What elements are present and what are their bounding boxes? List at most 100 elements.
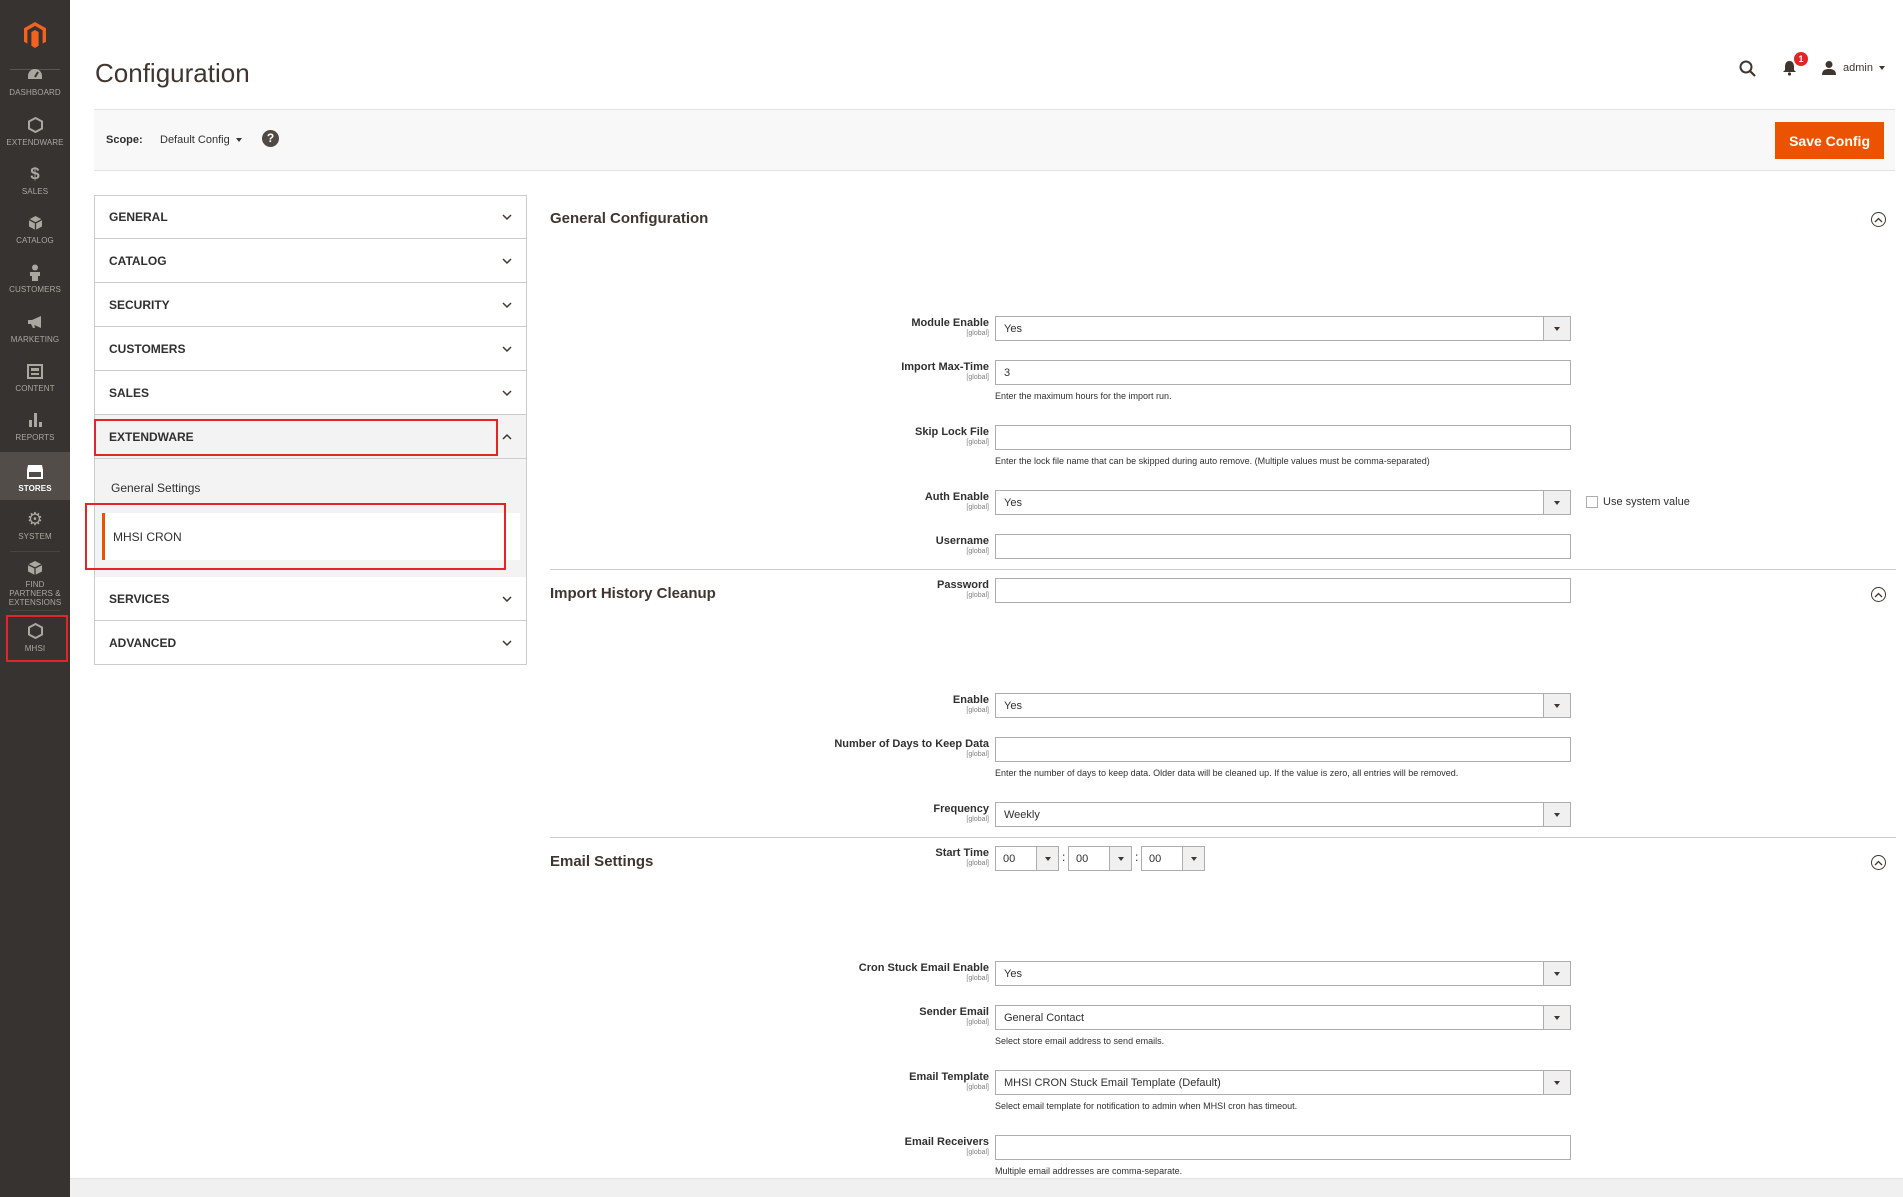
chevron-down-icon: [502, 301, 512, 308]
search-icon[interactable]: [1737, 58, 1757, 78]
tab-label: EXTENDWARE: [109, 429, 194, 444]
sender-email-select[interactable]: General Contact: [995, 1005, 1571, 1030]
tab-extendware[interactable]: EXTENDWARE: [94, 415, 527, 459]
scope-bar: Scope: Default Config ? Save Config: [94, 109, 1895, 171]
hexagon-icon: [26, 116, 44, 134]
nav-divider: [10, 551, 60, 552]
extendware-subtabs: General Settings MHSI CRON: [94, 459, 527, 577]
auth-enable-select[interactable]: Yes: [995, 490, 1571, 515]
scope-label: Scope:: [106, 134, 143, 146]
tab-general[interactable]: GENERAL: [94, 195, 527, 239]
section-general-configuration: General Configuration Module Enable [glob…: [550, 195, 1896, 603]
tab-customers[interactable]: CUSTOMERS: [94, 327, 527, 371]
field-label: Module Enable [global]: [911, 317, 989, 337]
chevron-down-icon: [1543, 694, 1570, 717]
cubes-icon: [26, 560, 44, 576]
nav-marketing[interactable]: MARKETING: [0, 313, 70, 347]
module-enable-select[interactable]: Yes: [995, 316, 1571, 341]
admin-user-menu[interactable]: admin: [1821, 60, 1885, 76]
email-template-select[interactable]: MHSI CRON Stuck Email Template (Default): [995, 1070, 1571, 1095]
hexagon-icon: [26, 622, 44, 640]
magento-logo[interactable]: [10, 0, 60, 70]
tab-security[interactable]: SECURITY: [94, 283, 527, 327]
chevron-down-icon: [1543, 1006, 1570, 1029]
tab-services[interactable]: SERVICES: [94, 577, 527, 621]
skip-lock-file-input[interactable]: [995, 425, 1571, 450]
username-input[interactable]: [995, 534, 1571, 559]
nav-content[interactable]: CONTENT: [0, 362, 70, 396]
admin-username: admin: [1843, 62, 1873, 74]
field-label: Auth Enable [global]: [924, 491, 989, 511]
nav-label: SYSTEM: [18, 532, 52, 541]
tab-label: ADVANCED: [109, 635, 177, 650]
tab-label: SECURITY: [109, 297, 170, 312]
frequency-select[interactable]: Weekly: [995, 802, 1571, 827]
chevron-up-icon: [502, 433, 512, 440]
cleanup-enable-select[interactable]: Yes: [995, 693, 1571, 718]
nav-catalog[interactable]: CATALOG: [0, 214, 70, 248]
section-title[interactable]: Email Settings: [550, 838, 1896, 892]
nav-customers[interactable]: CUSTOMERS: [0, 263, 70, 297]
tab-catalog[interactable]: CATALOG: [94, 239, 527, 283]
subtab-general-settings[interactable]: General Settings: [95, 481, 526, 495]
nav-label: CONTENT: [15, 384, 55, 393]
chevron-down-icon: [1543, 491, 1570, 514]
nav-extendware[interactable]: EXTENDWARE: [0, 116, 70, 150]
email-receivers-input[interactable]: [995, 1135, 1571, 1160]
notifications-bell-icon[interactable]: 1: [1779, 52, 1809, 78]
notifications-badge: 1: [1794, 52, 1809, 66]
nav-label: CATALOG: [16, 236, 54, 245]
nav-system[interactable]: ⚙ SYSTEM: [0, 508, 70, 544]
chevron-down-icon: [502, 345, 512, 352]
field-note: Multiple email addresses are comma-separ…: [995, 1166, 1183, 1176]
scope-switcher[interactable]: Default Config: [160, 134, 242, 146]
gear-icon: ⚙: [26, 508, 44, 529]
store-icon: [26, 462, 44, 480]
tab-label: SALES: [109, 385, 150, 400]
nav-stores[interactable]: STORES: [0, 452, 70, 500]
config-form: General Configuration Module Enable [glob…: [550, 195, 1896, 1176]
chevron-down-icon: [235, 138, 242, 142]
section-title[interactable]: General Configuration: [550, 195, 1896, 249]
nav-label: FIND PARTNERS & EXTENSIONS: [8, 580, 62, 607]
chevron-down-icon: [1543, 1071, 1570, 1094]
section-email-settings: Email Settings Cron Stuck Email Enable [g…: [550, 838, 1896, 1176]
checkbox[interactable]: [1586, 496, 1598, 508]
field-label: Sender Email [global]: [919, 1006, 989, 1026]
section-title[interactable]: Import History Cleanup: [550, 570, 1896, 624]
admin-nav: DASHBOARD EXTENDWARE $ SALES CATALOG CUS…: [0, 0, 70, 1197]
nav-reports[interactable]: REPORTS: [0, 411, 70, 445]
chevron-down-icon: [502, 214, 512, 221]
field-label: Email Receivers [global]: [904, 1136, 989, 1156]
collapse-toggle-icon[interactable]: [1871, 212, 1886, 227]
field-note: Select email template for notification t…: [995, 1101, 1298, 1111]
nav-label: DASHBOARD: [9, 88, 61, 97]
tab-sales[interactable]: SALES: [94, 371, 527, 415]
save-config-button[interactable]: Save Config: [1775, 122, 1884, 159]
tab-label: CATALOG: [109, 253, 167, 268]
config-tabs: GENERAL CATALOG SECURITY CUSTOMERS SALES…: [94, 195, 527, 665]
chevron-down-icon: [502, 595, 512, 602]
days-to-keep-input[interactable]: [995, 737, 1571, 762]
field-label: Enable [global]: [952, 694, 989, 714]
tab-advanced[interactable]: ADVANCED: [94, 621, 527, 665]
use-system-value-checkbox[interactable]: Use system value: [1586, 496, 1690, 508]
nav-mhsi[interactable]: MHSI: [0, 622, 70, 656]
cron-stuck-email-enable-select[interactable]: Yes: [995, 961, 1571, 986]
collapse-toggle-icon[interactable]: [1871, 855, 1886, 870]
nav-find-partners[interactable]: FIND PARTNERS & EXTENSIONS: [0, 560, 70, 607]
tab-label: CUSTOMERS: [109, 341, 186, 356]
collapse-toggle-icon[interactable]: [1871, 587, 1886, 602]
chevron-down-icon: [502, 389, 512, 396]
field-label: Frequency [global]: [933, 803, 989, 823]
import-max-time-input[interactable]: 3: [995, 360, 1571, 385]
field-note: Enter the lock file name that can be ski…: [995, 456, 1430, 466]
nav-label: MARKETING: [10, 335, 60, 344]
magento-logo-icon: [24, 21, 46, 48]
subtab-mhsi-cron[interactable]: MHSI CRON: [102, 513, 520, 560]
nav-sales[interactable]: $ SALES: [0, 164, 70, 199]
chevron-down-icon: [502, 257, 512, 264]
help-icon[interactable]: ?: [262, 130, 279, 147]
nav-dashboard[interactable]: DASHBOARD: [0, 66, 70, 100]
nav-label: MHSI: [24, 644, 46, 653]
